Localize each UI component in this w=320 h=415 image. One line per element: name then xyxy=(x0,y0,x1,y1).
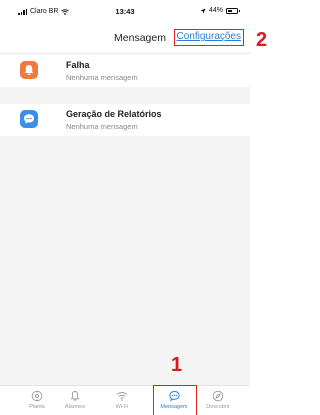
tab-label: Wi-Fi xyxy=(115,404,129,410)
settings-link[interactable]: Configurações xyxy=(173,29,244,46)
tab-mensagem[interactable]: Mensagem xyxy=(150,385,198,415)
tab-label: Alarmes xyxy=(64,404,86,410)
status-right: 44% xyxy=(200,7,240,14)
bell-icon xyxy=(20,61,38,79)
item-subtitle: Nenhuma mensagem xyxy=(66,73,138,82)
wifi-icon xyxy=(116,392,128,401)
bell-icon xyxy=(70,391,80,401)
list-item-falha[interactable]: Falha Nenhuma mensagem xyxy=(0,55,250,87)
page-header: Mensagem Configurações xyxy=(0,26,250,52)
tab-label: Descobrir xyxy=(206,404,230,410)
location-arrow-icon xyxy=(200,8,206,13)
highlight-box xyxy=(153,385,197,415)
battery-percent: 44% xyxy=(208,7,223,14)
status-bar: Claro BR 13:43 44% xyxy=(0,0,250,26)
item-title: Geração de Relatórios xyxy=(66,109,162,119)
tab-descobrir[interactable]: Descobrir xyxy=(194,390,242,410)
tab-alarmes[interactable]: Alarmes xyxy=(51,390,99,410)
compass-icon xyxy=(212,390,224,402)
phone-screen: Claro BR 13:43 44% Mensagem Configuraçõe… xyxy=(0,0,250,415)
item-subtitle: Nenhuma mensagem xyxy=(66,122,138,131)
page-title: Mensagem xyxy=(114,32,166,44)
chat-bubble-icon xyxy=(20,110,38,128)
plant-icon xyxy=(31,390,43,402)
bottom-tab-bar: Planta Alarmes Wi-Fi Mensagem Descobrir xyxy=(0,385,250,415)
list-item-relatorios[interactable]: Geração de Relatórios Nenhuma mensagem xyxy=(0,104,250,136)
tab-wifi[interactable]: Wi-Fi xyxy=(98,390,146,410)
annotation-number-one: 1 xyxy=(171,354,183,376)
item-title: Falha xyxy=(66,60,90,70)
annotation-number-two: 2 xyxy=(256,29,268,51)
battery-icon xyxy=(226,7,240,14)
